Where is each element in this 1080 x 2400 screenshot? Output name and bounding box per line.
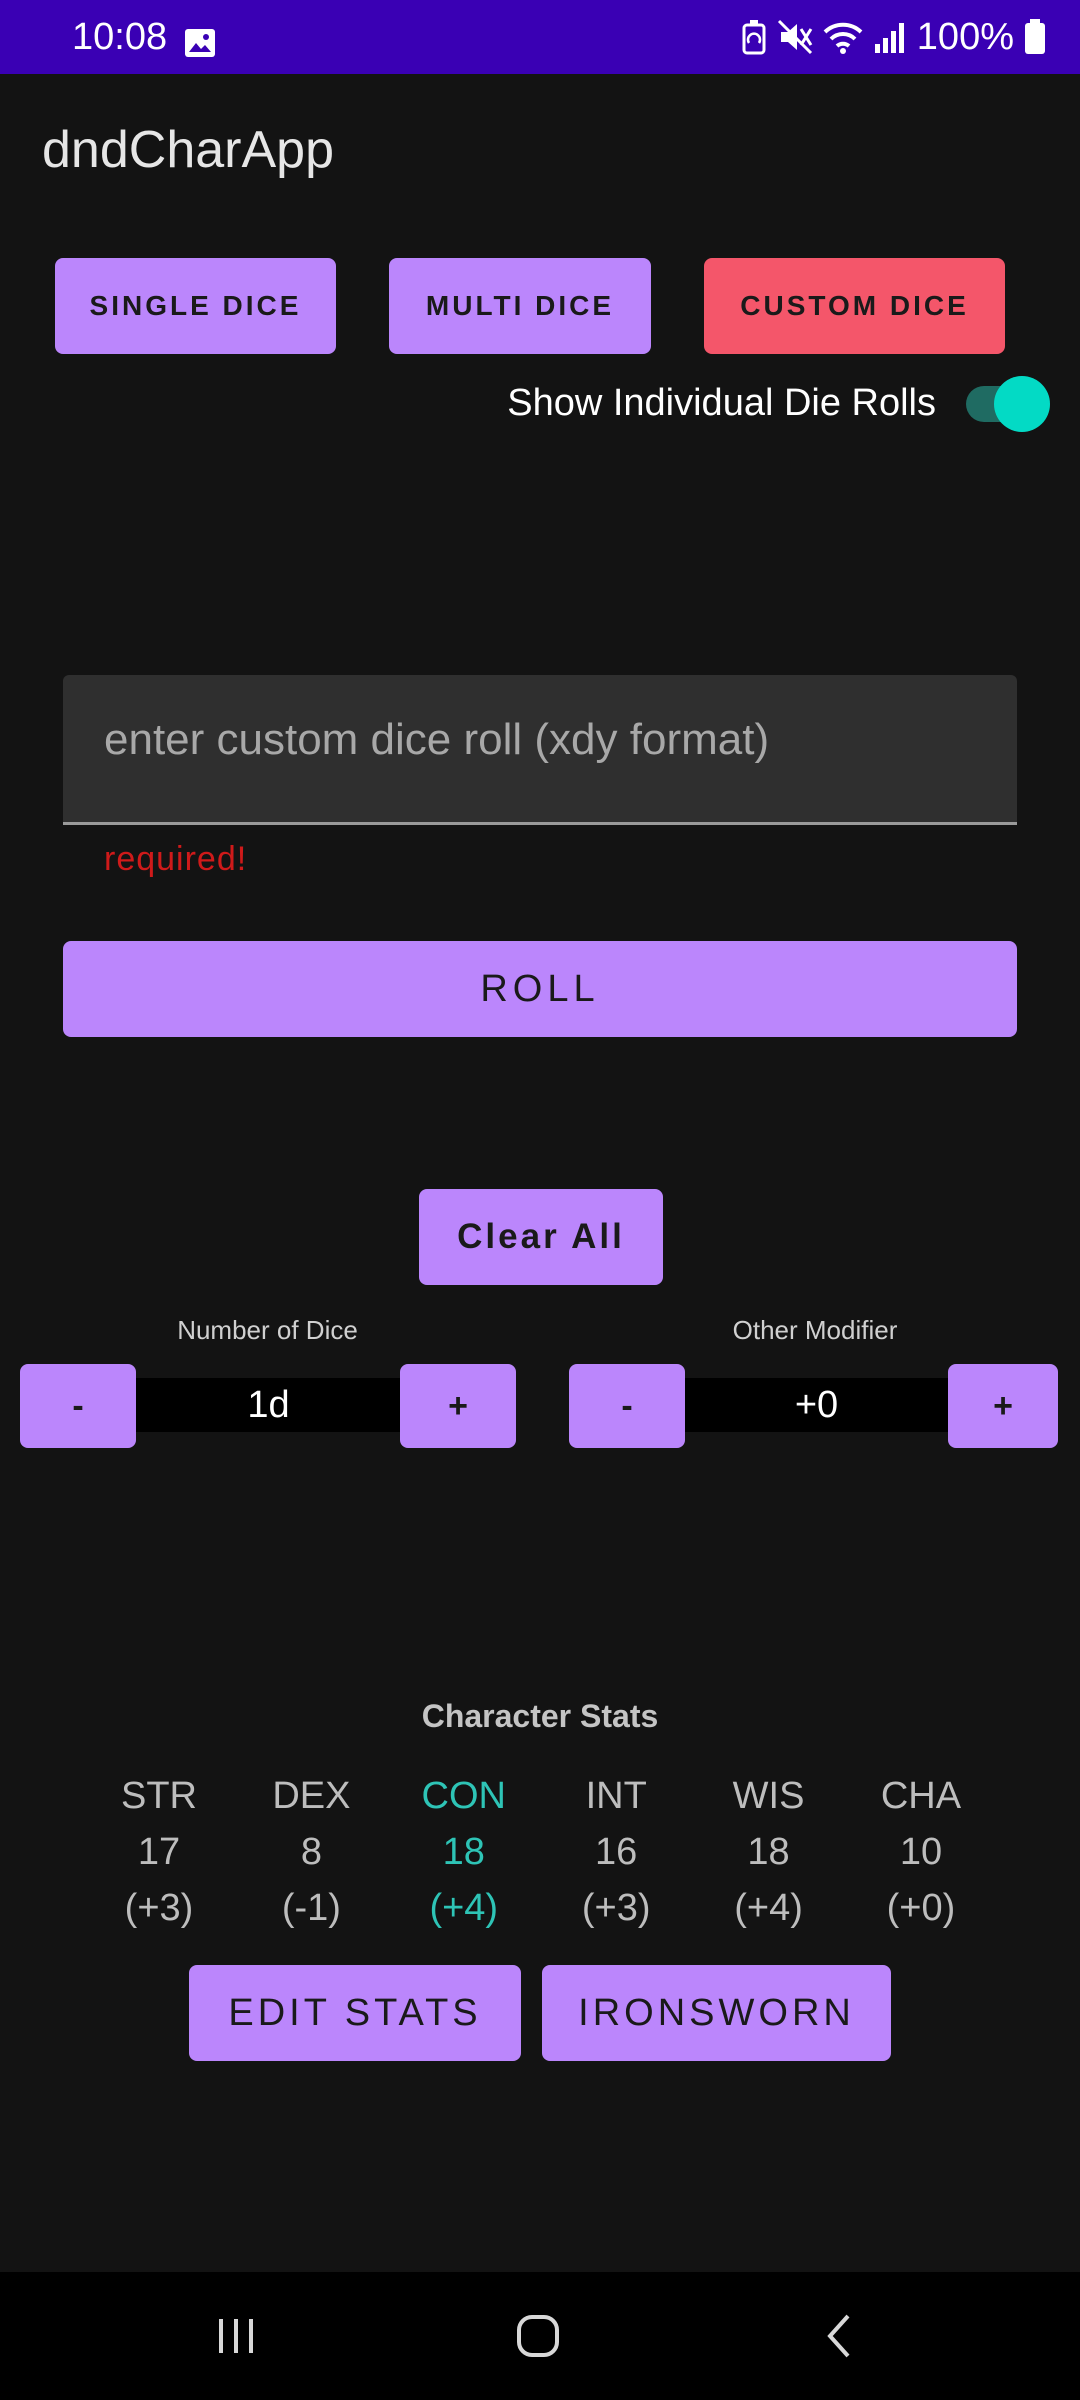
edit-stats-button[interactable]: EDIT STATS [189, 1965, 521, 2061]
stat-score: 17 [137, 1831, 181, 1873]
image-icon [185, 29, 215, 57]
mute-icon [777, 19, 813, 55]
stat-name: CON [421, 1775, 506, 1817]
character-stats-title: Character Stats [421, 1698, 659, 1734]
stat-modifier: (+4) [429, 1887, 499, 1929]
number-of-dice-label: Number of Dice [177, 1315, 358, 1345]
show-die-rolls-label: Show Individual Die Rolls [507, 382, 936, 424]
roll-button[interactable]: ROLL [63, 941, 1017, 1037]
other-modifier-label: Other Modifier [732, 1315, 898, 1345]
stat-score: 16 [595, 1831, 638, 1873]
stat-score: 18 [442, 1831, 485, 1873]
toggle-thumb[interactable] [994, 376, 1050, 432]
status-icons: 100% [741, 14, 1046, 60]
stat-score: 18 [747, 1831, 790, 1873]
stat-int[interactable]: INT 16 (+3) [541, 1768, 691, 1936]
multi-dice-button[interactable]: MULTI DICE [389, 258, 651, 354]
modifier-decrement-button[interactable]: - [569, 1364, 685, 1448]
stat-name: STR [121, 1775, 197, 1817]
stat-modifier: (+4) [734, 1887, 803, 1929]
other-modifier-value: +0 [684, 1378, 949, 1432]
dice-decrement-button[interactable]: - [20, 1364, 136, 1448]
back-icon[interactable] [800, 2304, 880, 2368]
stat-modifier: (+3) [581, 1887, 651, 1929]
number-of-dice-value: 1d [136, 1378, 401, 1432]
stat-modifier: (+0) [886, 1887, 956, 1929]
stat-modifier: (-1) [281, 1887, 341, 1929]
stat-wis[interactable]: WIS 18 (+4) [694, 1768, 844, 1936]
single-dice-button[interactable]: SINGLE DICE [55, 258, 336, 354]
wifi-icon [823, 22, 863, 54]
battery-saver-icon [742, 20, 766, 55]
custom-dice-button[interactable]: CUSTOM DICE [704, 258, 1005, 354]
stat-str[interactable]: STR 17 (+3) [84, 1768, 234, 1936]
status-bar: 10:08 100% [0, 0, 1080, 74]
stat-score: 8 [300, 1831, 322, 1873]
home-icon[interactable] [498, 2304, 578, 2368]
stat-con[interactable]: CON 18 (+4) [389, 1768, 539, 1936]
stat-name: CHA [880, 1775, 962, 1817]
dice-increment-button[interactable]: + [400, 1364, 516, 1448]
custom-roll-input[interactable] [104, 715, 984, 765]
stat-name: DEX [272, 1775, 351, 1817]
navigation-bar [0, 2272, 1080, 2400]
battery-percent: 100% [916, 16, 1014, 58]
modifier-increment-button[interactable]: + [948, 1364, 1058, 1448]
recent-apps-icon[interactable] [196, 2304, 276, 2368]
custom-roll-error: required! [104, 840, 248, 878]
ironsworn-button[interactable]: IRONSWORN [542, 1965, 891, 2061]
stats-row: STR 17 (+3) DEX 8 (-1) CON 18 (+4) INT 1… [84, 1768, 996, 1936]
stat-modifier: (+3) [124, 1887, 194, 1929]
app-title: dndCharApp [42, 121, 334, 179]
custom-roll-field[interactable] [63, 675, 1017, 825]
signal-icon [874, 23, 904, 53]
clear-all-button[interactable]: Clear All [419, 1189, 663, 1285]
stat-dex[interactable]: DEX 8 (-1) [236, 1768, 386, 1936]
status-time: 10:08 [72, 16, 168, 58]
battery-icon [1025, 19, 1045, 54]
stat-name: WIS [732, 1775, 805, 1817]
stat-score: 10 [899, 1831, 943, 1873]
stat-cha[interactable]: CHA 10 (+0) [846, 1768, 996, 1936]
stat-name: INT [585, 1775, 647, 1817]
screen: 10:08 100% dndCharApp SINGLE DICE MULTI … [0, 0, 1080, 2400]
